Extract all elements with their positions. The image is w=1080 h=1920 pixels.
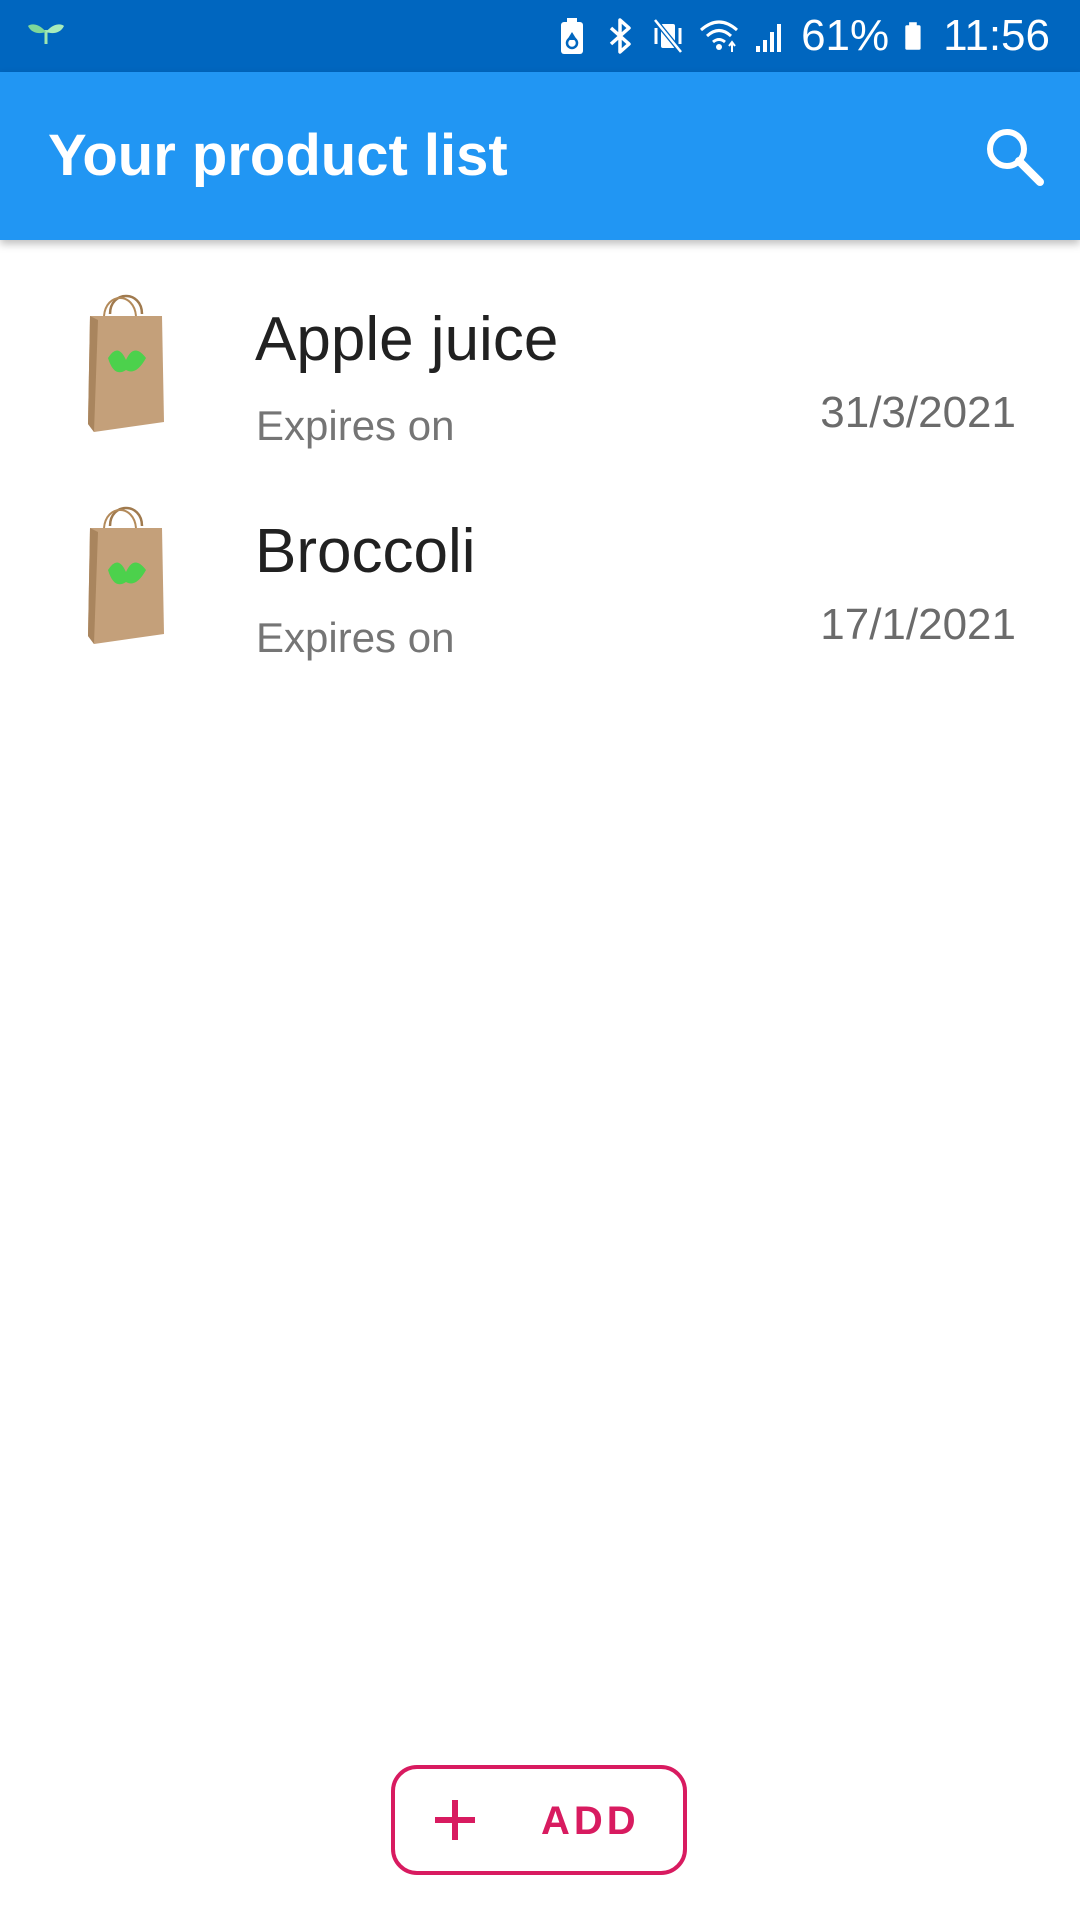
- plus-icon: [435, 1800, 475, 1840]
- screen: 61% 11:56 Your product list Apple juice …: [0, 0, 1080, 1920]
- list-item[interactable]: Apple juice Expires on 31/3/2021: [0, 240, 1080, 452]
- expiry-date: 31/3/2021: [820, 388, 1016, 437]
- status-bar: 61% 11:56: [0, 0, 1080, 72]
- product-name: Broccoli: [255, 517, 476, 586]
- battery-percent: 61%: [801, 11, 890, 60]
- cellular-signal-icon: [756, 24, 782, 52]
- clock: 11:56: [943, 11, 1050, 60]
- expires-label: Expires on: [256, 402, 455, 449]
- vibrate-mute-icon: [653, 18, 684, 54]
- add-button-label: ADD: [541, 1799, 640, 1843]
- list-item[interactable]: Broccoli Expires on 17/1/2021: [0, 452, 1080, 664]
- battery-saver-icon: [561, 18, 584, 54]
- expires-label: Expires on: [256, 614, 455, 661]
- product-list: Apple juice Expires on 31/3/2021 Broccol…: [0, 240, 1080, 664]
- product-name: Apple juice: [255, 305, 559, 374]
- app-sprout-icon: [28, 24, 64, 45]
- shopping-bag-icon: [88, 294, 164, 432]
- page-title: Your product list: [48, 123, 508, 188]
- wifi-icon: [700, 20, 739, 52]
- add-button[interactable]: ADD: [391, 1765, 687, 1875]
- battery-icon: [905, 22, 921, 50]
- status-icons: 61% 11:56: [555, 0, 1050, 72]
- bluetooth-icon: [609, 18, 631, 54]
- search-icon[interactable]: [982, 124, 1046, 188]
- app-bar: Your product list: [0, 72, 1080, 240]
- shopping-bag-icon: [88, 506, 164, 644]
- expiry-date: 17/1/2021: [820, 600, 1016, 649]
